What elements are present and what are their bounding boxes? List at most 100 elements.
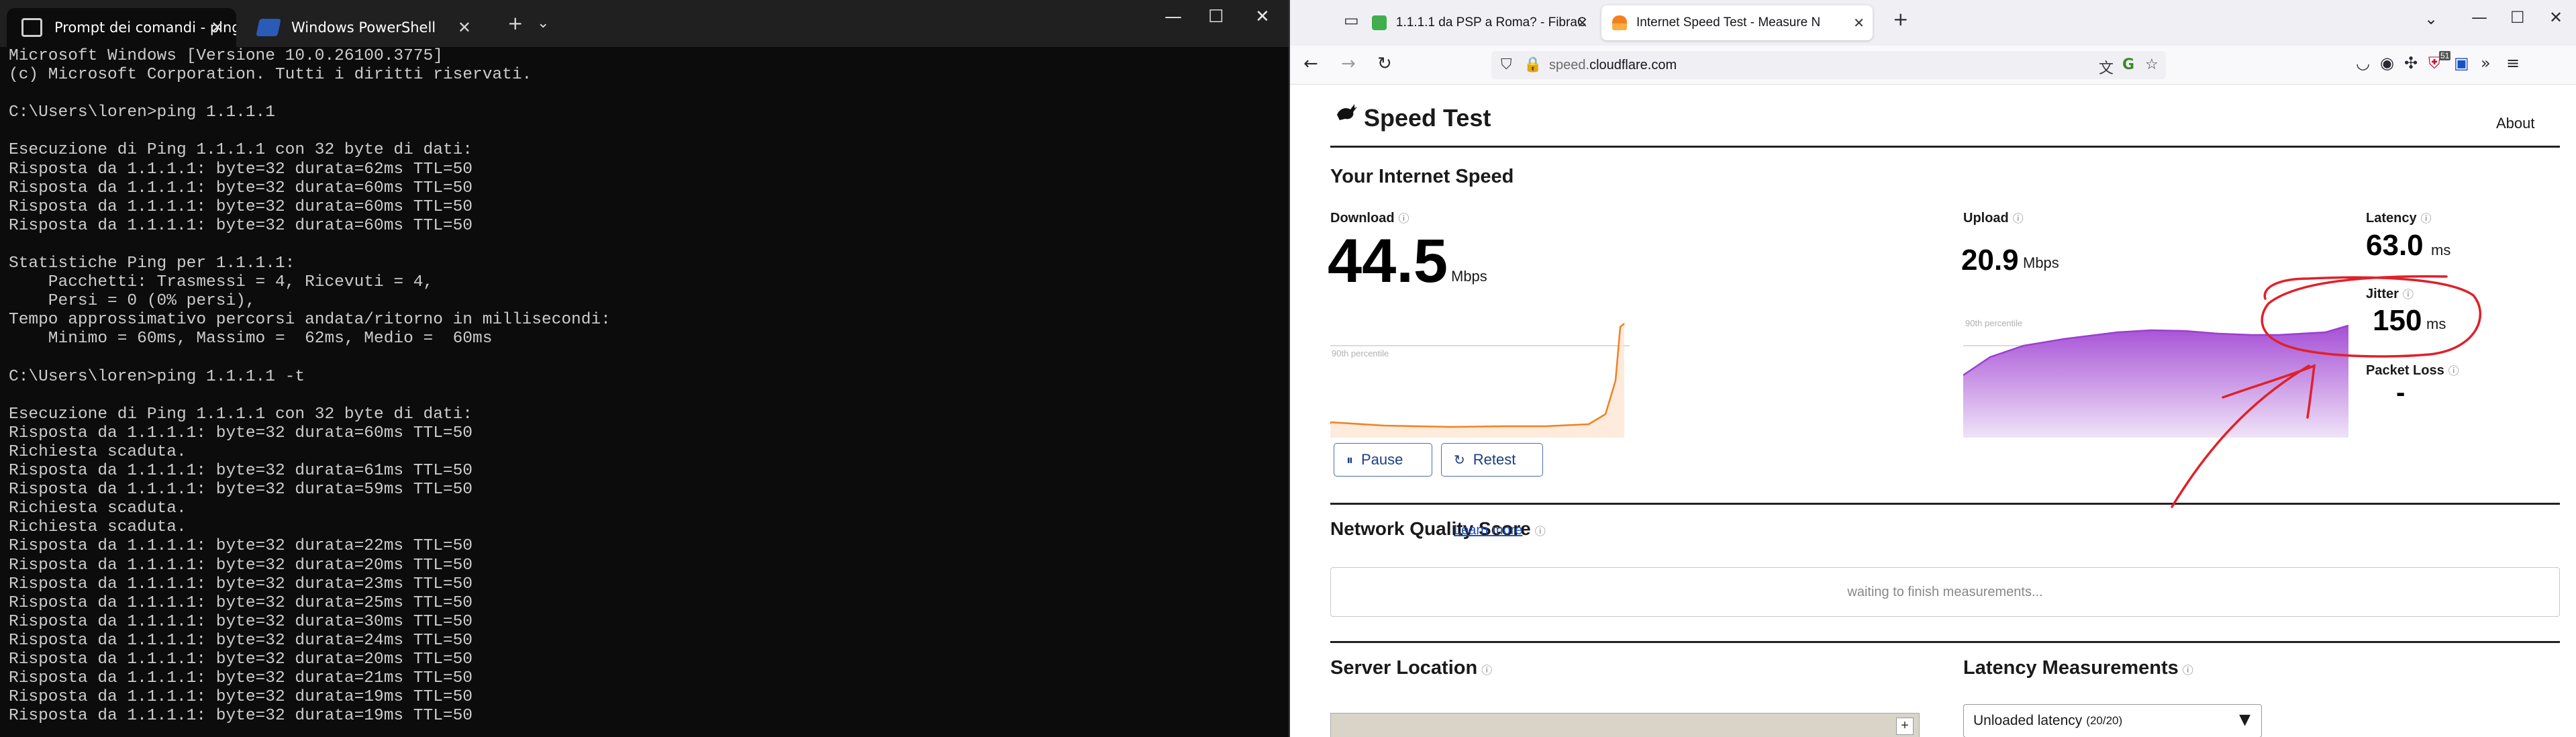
bookmark-star-icon[interactable]: ☆ — [2145, 56, 2159, 73]
info-icon[interactable]: ⓘ — [2403, 289, 2414, 301]
info-icon[interactable]: ⓘ — [2448, 366, 2459, 377]
maximize-icon[interactable]: ☐ — [1208, 7, 1224, 27]
jitter-unit: ms — [2426, 315, 2446, 332]
close-window-icon[interactable]: ✕ — [2549, 8, 2563, 27]
list-tabs-icon[interactable]: ⌄ — [2424, 9, 2438, 28]
terminal-output[interactable]: Microsoft Windows [Versione 10.0.26100.3… — [9, 47, 1281, 737]
server-map[interactable]: + — [1330, 713, 1920, 737]
terminal-tab-label: Prompt dei comandi - ping 1. — [54, 19, 236, 36]
close-icon[interactable]: ✕ — [211, 18, 224, 38]
latency-measurements-title-text: Latency Measurements — [1963, 657, 2179, 679]
more-tools-icon[interactable]: » — [2481, 54, 2491, 72]
info-icon[interactable]: ⓘ — [2421, 213, 2432, 225]
terminal-line: Richiesta scaduta. — [9, 499, 187, 518]
download-value: 44.5 — [1328, 227, 1448, 295]
latency-select-value: Unloaded latency — [1973, 713, 2083, 728]
latency-measurements-title: Latency Measurements ⓘ — [1963, 657, 2193, 679]
terminal-tab-powershell[interactable]: Windows PowerShell ✕ — [243, 8, 483, 47]
terminal-line: Risposta da 1.1.1.1: byte=32 durata=60ms… — [9, 197, 473, 216]
latency-label: Latency ⓘ — [2366, 209, 2432, 226]
close-icon[interactable]: ✕ — [1853, 15, 1865, 32]
terminal-line: Risposta da 1.1.1.1: byte=32 durata=24ms… — [9, 631, 473, 650]
retest-button[interactable]: ↻ Retest — [1441, 443, 1543, 477]
terminal-line: Risposta da 1.1.1.1: byte=32 durata=30ms… — [9, 612, 473, 631]
about-link[interactable]: About — [2496, 115, 2535, 132]
terminal-line: Risposta da 1.1.1.1: byte=32 durata=20ms… — [9, 556, 473, 575]
network-quality-status: waiting to finish measurements... — [1330, 567, 2560, 617]
section-title: Your Internet Speed — [1330, 166, 1514, 187]
terminal-line: Richiesta scaduta. — [9, 442, 187, 461]
jitter-label-text: Jitter — [2366, 287, 2399, 301]
close-icon[interactable]: ✕ — [458, 18, 471, 38]
minimize-icon[interactable]: — — [2471, 8, 2487, 27]
maximize-icon[interactable]: ☐ — [2510, 8, 2525, 27]
info-icon[interactable]: ⓘ — [2013, 213, 2024, 225]
download-area — [1330, 324, 1624, 438]
close-window-icon[interactable]: ✕ — [1255, 7, 1270, 27]
zoom-in-icon[interactable]: + — [1896, 718, 1914, 735]
latency-select[interactable]: Unloaded latency (20/20) ▼ — [1963, 704, 2262, 737]
menu-icon[interactable]: ≡ — [2506, 54, 2520, 72]
info-icon[interactable]: ⓘ — [1399, 213, 1409, 225]
bitwarden-icon[interactable]: ▣ — [2454, 54, 2469, 72]
extension-g-icon[interactable]: G — [2122, 56, 2134, 73]
terminal-line: Risposta da 1.1.1.1: byte=32 durata=21ms… — [9, 669, 473, 688]
info-icon[interactable]: ⓘ — [1535, 526, 1546, 538]
terminal-line: Risposta da 1.1.1.1: byte=32 durata=60ms… — [9, 179, 473, 197]
minimize-icon[interactable]: — — [1165, 7, 1182, 27]
extension-badge: 51 — [2439, 51, 2451, 60]
cmd-icon — [21, 18, 42, 37]
browser-tab-fibraclick[interactable]: 1.1.1.1 da PSP a Roma? - FibraC ✕ — [1361, 5, 1596, 40]
download-chart — [1330, 323, 1630, 438]
brand-title: Speed Test — [1364, 104, 1491, 132]
terminal-line: Statistiche Ping per 1.1.1.1: — [9, 254, 295, 273]
server-location-title: Server Location ⓘ — [1330, 657, 1492, 679]
terminal-line: Minimo = 60ms, Massimo = 62ms, Medio = 6… — [9, 330, 493, 348]
terminal-tab-cmd[interactable]: Prompt dei comandi - ping 1. ✕ — [7, 8, 236, 47]
pause-button-label: Pause — [1361, 451, 1403, 468]
back-icon[interactable]: ← — [1303, 54, 1318, 74]
terminal-line: Risposta da 1.1.1.1: byte=32 durata=60ms… — [9, 216, 473, 235]
pause-button[interactable]: ⏸ Pause — [1334, 443, 1432, 477]
url-subdomain: speed. — [1549, 58, 1590, 72]
terminal-lines: Microsoft Windows [Versione 10.0.26100.3… — [9, 47, 1281, 726]
info-icon[interactable]: ⓘ — [1481, 665, 1492, 677]
info-icon[interactable]: ⓘ — [2183, 665, 2193, 677]
forward-icon[interactable]: → — [1341, 54, 1356, 74]
terminal-line: Risposta da 1.1.1.1: byte=32 durata=61ms… — [9, 462, 473, 481]
retest-icon: ↻ — [1454, 452, 1465, 468]
browser-tab-speedtest[interactable]: Internet Speed Test - Measure N ✕ — [1601, 5, 1873, 40]
upload-label: Upload ⓘ — [1963, 209, 2024, 226]
chevron-down-icon[interactable]: ⌄ — [537, 15, 549, 32]
url-bar[interactable]: ⛉ 🔒 speed.cloudflare.com 文 G ☆ — [1491, 51, 2166, 79]
upload-label-text: Upload — [1963, 211, 2009, 226]
server-location-title-text: Server Location — [1330, 657, 1478, 679]
terminal-line: C:\Users\loren>ping 1.1.1.1 — [9, 103, 275, 122]
latency-label-text: Latency — [2366, 211, 2417, 226]
navigation-toolbar: ← → ↻ ⛉ 🔒 speed.cloudflare.com 文 G ☆ ◡ ◉… — [1290, 46, 2576, 85]
learn-more-link[interactable]: Learn more — [1454, 523, 1522, 538]
extensions-icon[interactable]: ✣ — [2404, 54, 2418, 72]
shield-icon[interactable]: ⛉ — [1501, 56, 1512, 73]
terminal-scrollbar[interactable] — [1281, 47, 1289, 737]
tab-groups-icon[interactable]: ▭ — [1344, 11, 1359, 30]
new-tab-icon[interactable]: + — [1893, 8, 1908, 30]
lock-icon[interactable]: 🔒 — [1524, 56, 1542, 73]
upload-value: 20.9 — [1961, 244, 2019, 277]
plus-icon[interactable]: + — [507, 12, 523, 34]
pocket-icon[interactable]: ◡ — [2356, 54, 2370, 72]
cloudflare-favicon — [1612, 15, 1627, 30]
terminal-line: Risposta da 1.1.1.1: byte=32 durata=23ms… — [9, 575, 473, 593]
terminal-line: Risposta da 1.1.1.1: byte=32 durata=19ms… — [9, 707, 473, 726]
terminal-line: C:\Users\loren>ping 1.1.1.1 -t — [9, 367, 305, 386]
close-icon[interactable]: ✕ — [1577, 15, 1588, 32]
terminal-line: Risposta da 1.1.1.1: byte=32 durata=59ms… — [9, 481, 473, 499]
url-host: cloudflare.com — [1589, 58, 1677, 72]
account-icon[interactable]: ◉ — [2380, 54, 2394, 72]
reload-icon[interactable]: ↻ — [1377, 54, 1392, 74]
terminal-line: Risposta da 1.1.1.1: byte=32 durata=20ms… — [9, 650, 473, 669]
chevron-down-icon: ▼ — [2239, 711, 2250, 728]
translate-icon[interactable]: 文 — [2099, 56, 2114, 78]
terminal-line: Risposta da 1.1.1.1: byte=32 durata=22ms… — [9, 537, 473, 556]
